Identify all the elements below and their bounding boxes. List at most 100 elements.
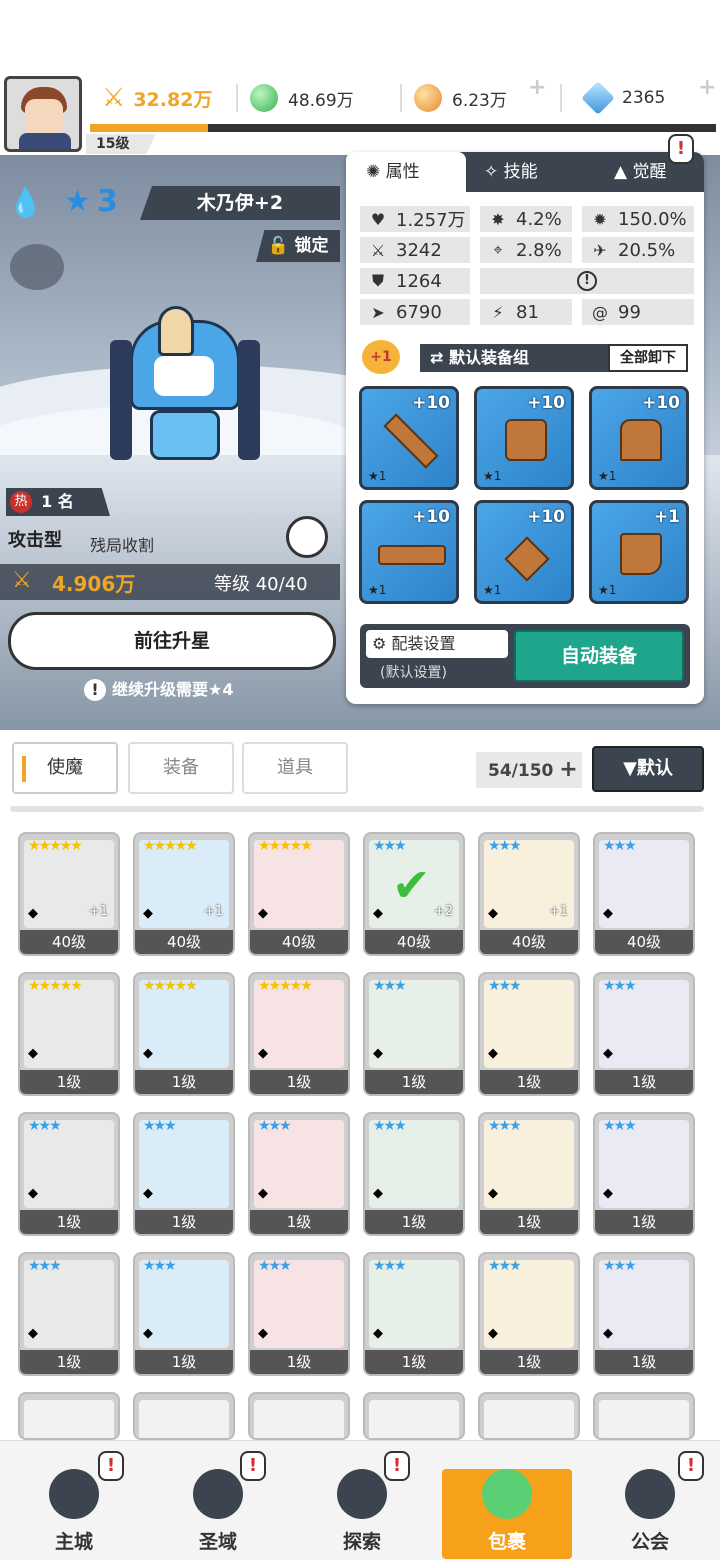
diamond-display: 2365	[581, 80, 666, 116]
nav-explore[interactable]: 探索	[290, 1441, 434, 1561]
tab-attributes[interactable]: ✺ 属性	[346, 152, 466, 192]
category-equipment[interactable]: 装备	[128, 742, 234, 794]
equip-slot-helmet[interactable]: +10 ★1	[474, 386, 574, 490]
card-plus: +1	[88, 904, 108, 919]
bag-icon	[482, 1469, 532, 1519]
element-icon: ◆	[28, 1046, 38, 1061]
locked-skill-icon[interactable]	[10, 244, 64, 290]
familiar-card[interactable]: ★★★ ◆ 1级	[363, 1252, 465, 1376]
rank-value: 1 名	[41, 492, 74, 511]
familiar-card[interactable]: ★★★★★ ◆ +1 40级	[18, 832, 120, 956]
armor-icon	[620, 419, 662, 461]
equip-slot-weapon[interactable]: +10 ★1	[359, 386, 459, 490]
familiar-card[interactable]: ★★★ ◆ 1级	[593, 1252, 695, 1376]
familiar-card[interactable]	[133, 1392, 235, 1440]
power-display: ⚔ 32.82万	[102, 80, 212, 116]
sanctuary-alert-icon: !	[240, 1451, 266, 1481]
bottom-nav: 主城 圣域 探索 包裹 公会 ! ! ! !	[0, 1440, 720, 1560]
crit-icon: ✸	[491, 209, 505, 229]
nav-sanctuary[interactable]: 圣域	[146, 1441, 290, 1561]
stat-hp: ♥ 1.257万	[360, 206, 470, 232]
familiar-card[interactable]: ★★★★★ ◆ 1级	[18, 972, 120, 1096]
hero-figure	[110, 300, 260, 480]
add-gold-button[interactable]: +	[528, 77, 548, 99]
star-rating: ★★★	[488, 838, 522, 854]
explore-alert-icon: !	[384, 1451, 410, 1481]
nav-bag[interactable]: 包裹	[442, 1469, 572, 1559]
star-up-button[interactable]: 前往升星	[8, 612, 336, 670]
familiar-card[interactable]	[593, 1392, 695, 1440]
familiar-card[interactable]: ★★★ ◆ 1级	[478, 972, 580, 1096]
familiar-card[interactable]	[363, 1392, 465, 1440]
familiar-card[interactable]	[478, 1392, 580, 1440]
star-rating: ★★★	[373, 1118, 407, 1134]
familiar-card[interactable]: ★★★ ◆ 1级	[363, 1112, 465, 1236]
inventory-capacity: 54/150 +	[476, 752, 582, 788]
familiar-portrait	[254, 1400, 344, 1438]
stat-hit: ⌖ 2.8%	[480, 237, 572, 263]
familiar-card[interactable]: ★★★ ◆ 1级	[18, 1252, 120, 1376]
equip-slot-belt[interactable]: +10 ★1	[359, 500, 459, 604]
equip-slot-armor[interactable]: +10 ★1	[589, 386, 689, 490]
hero-level: 等级 40/40	[214, 574, 308, 595]
belt-icon	[378, 545, 446, 565]
familiar-card[interactable]: ★★★★★ ◆ 40级	[248, 832, 350, 956]
auto-equip-button[interactable]: 自动装备	[514, 630, 684, 682]
familiar-card[interactable]	[18, 1392, 120, 1440]
nav-main-city[interactable]: 主城	[2, 1441, 146, 1561]
unequip-all-button[interactable]: 全部卸下	[608, 344, 688, 372]
familiar-card[interactable]: ★★★ ◆ 1级	[593, 972, 695, 1096]
category-items[interactable]: 道具	[242, 742, 348, 794]
card-plus: +1	[203, 904, 223, 919]
crossed-swords-icon: ⚔	[102, 83, 126, 113]
player-avatar[interactable]	[4, 76, 82, 152]
familiar-card[interactable]: ★★★ ◆ 1级	[133, 1252, 235, 1376]
sword-stone-icon	[337, 1469, 387, 1519]
equip-slot-boots[interactable]: +1 ★1	[589, 500, 689, 604]
element-icon: ◆	[488, 1186, 498, 1201]
familiar-card[interactable]: ★★★ ◆ 1级	[478, 1252, 580, 1376]
lock-button[interactable]: 🔓 锁定	[256, 230, 340, 262]
tab-awaken[interactable]: ▲ 觉醒	[614, 152, 666, 192]
familiar-card[interactable]: ★★★★★ ◆ 1级	[133, 972, 235, 1096]
star-rating: ★★★★★	[258, 838, 313, 854]
view-model-icon[interactable]	[286, 516, 328, 558]
tab-skills[interactable]: ✧ 技能	[484, 152, 538, 192]
card-level: 40级	[480, 930, 578, 954]
necklace-icon	[504, 536, 550, 582]
familiar-card[interactable]: ★★★ ◆ 1级	[593, 1112, 695, 1236]
familiar-card[interactable]: ★★★ ◆ 40级	[593, 832, 695, 956]
top-bar: ⚔ 32.82万 48.69万 6.23万 + 2365 + 15级	[0, 0, 720, 155]
loadout-settings-button[interactable]: ⚙ 配装设置	[366, 630, 508, 658]
category-familiar[interactable]: 使魔	[12, 742, 118, 794]
add-diamond-button[interactable]: +	[698, 77, 718, 99]
familiar-card[interactable]: ★★★ ◆ 1级	[363, 972, 465, 1096]
water-element-icon: 💧	[8, 186, 43, 219]
equip-slot-necklace[interactable]: +10 ★1	[474, 500, 574, 604]
familiar-card[interactable]: ★★★ ◆ 1级	[478, 1112, 580, 1236]
expand-capacity-icon[interactable]: +	[559, 757, 577, 782]
gold-coin-icon	[414, 84, 442, 112]
element-icon: ◆	[258, 1326, 268, 1341]
diamond-value: 2365	[622, 88, 666, 108]
guild-alert-icon: !	[678, 1451, 704, 1481]
hero-power-value: 4.906万	[52, 572, 136, 596]
familiar-card[interactable]: ★★★ ◆ 1级	[133, 1112, 235, 1236]
familiar-card[interactable]: ★★★ ◆ +1 40级	[478, 832, 580, 956]
star-rating: ★★★	[373, 1258, 407, 1274]
pierce-icon: ⚡	[492, 302, 504, 322]
familiar-card[interactable]: ★★★ ◆ 1级	[18, 1112, 120, 1236]
sword-icon	[383, 413, 439, 469]
stat-attack: ⚔ 3242	[360, 237, 470, 263]
card-level: 1级	[480, 1070, 578, 1094]
sort-dropdown[interactable]: ▼默认	[592, 746, 704, 792]
familiar-card[interactable]: ★★★ ◆ 1级	[248, 1112, 350, 1236]
card-level: 1级	[595, 1210, 693, 1234]
element-icon: ◆	[143, 1046, 153, 1061]
star-rating: ★★★	[258, 1258, 292, 1274]
familiar-card[interactable]	[248, 1392, 350, 1440]
familiar-card[interactable]: ★★★★★ ◆ 1级	[248, 972, 350, 1096]
familiar-card[interactable]: ★★★★★ ◆ +1 40级	[133, 832, 235, 956]
stat-s2: @99	[582, 299, 694, 325]
familiar-card[interactable]: ★★★ ◆ 1级	[248, 1252, 350, 1376]
